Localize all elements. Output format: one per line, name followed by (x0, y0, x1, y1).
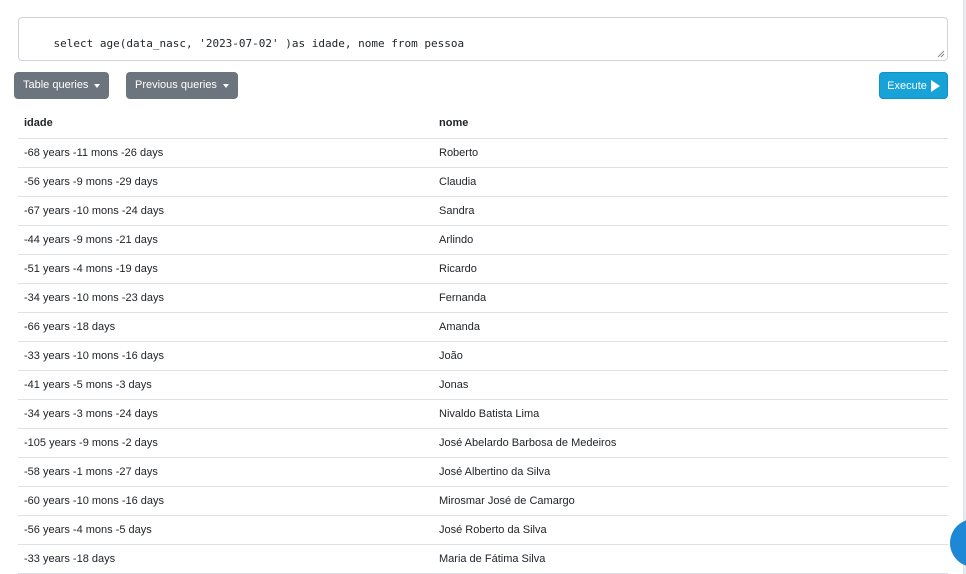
cell-nome: Claudia (433, 167, 948, 197)
table-row: -33 years -18 days Maria de Fátima Silva (18, 544, 948, 574)
table-row: -67 years -10 mons -24 days Sandra (18, 196, 948, 226)
table-row: -33 years -10 mons -16 days João (18, 341, 948, 371)
column-header-nome: nome (433, 109, 948, 139)
cell-nome: João (433, 341, 948, 371)
cell-idade: -34 years -10 mons -23 days (18, 283, 433, 313)
cell-nome: Sandra (433, 196, 948, 226)
cell-nome: Maria de Fátima Silva (433, 544, 948, 574)
table-row: -44 years -9 mons -21 days Arlindo (18, 225, 948, 255)
cell-idade: -66 years -18 days (18, 312, 433, 342)
cell-idade: -56 years -9 mons -29 days (18, 167, 433, 197)
table-row: -68 years -11 mons -26 days Roberto (18, 138, 948, 168)
execute-label: Execute (887, 79, 927, 92)
cell-idade: -44 years -9 mons -21 days (18, 225, 433, 255)
column-header-idade: idade (18, 109, 433, 139)
table-row: -105 years -9 mons -2 days José Abelardo … (18, 428, 948, 458)
resize-grip-icon[interactable] (937, 50, 945, 58)
table-queries-label: Table queries (23, 79, 89, 91)
sql-query-input[interactable]: select age(data_nasc, '2023-07-02' )as i… (18, 17, 948, 61)
results-header-row: idade nome (18, 109, 948, 139)
cell-idade: -33 years -18 days (18, 544, 433, 574)
table-row: -34 years -3 mons -24 days Nivaldo Batist… (18, 399, 948, 429)
cell-idade: -56 years -4 mons -5 days (18, 515, 433, 545)
cell-nome: José Albertino da Silva (433, 457, 948, 487)
table-row: -56 years -4 mons -5 days José Roberto da… (18, 515, 948, 545)
sql-query-text: select age(data_nasc, '2023-07-02' )as i… (53, 37, 465, 50)
cell-nome: José Abelardo Barbosa de Medeiros (433, 428, 948, 458)
results-table: idade nome -68 years -11 mons -26 days Ro… (18, 109, 948, 574)
table-row: -51 years -4 mons -19 days Ricardo (18, 254, 948, 284)
table-row: -58 years -1 mons -27 days José Albertino… (18, 457, 948, 487)
cell-nome: Ricardo (433, 254, 948, 284)
table-queries-dropdown-button[interactable]: Table queries (14, 72, 110, 99)
cell-idade: -58 years -1 mons -27 days (18, 457, 433, 487)
table-row: -56 years -9 mons -29 days Claudia (18, 167, 948, 197)
cell-nome: Nivaldo Batista Lima (433, 399, 948, 429)
cell-idade: -68 years -11 mons -26 days (18, 138, 433, 168)
table-row: -66 years -18 days Amanda (18, 312, 948, 342)
cell-idade: -67 years -10 mons -24 days (18, 196, 433, 226)
caret-down-icon (94, 84, 101, 88)
play-icon (930, 79, 940, 92)
execute-button[interactable]: Execute (879, 72, 948, 99)
cell-idade: -60 years -10 mons -16 days (18, 486, 433, 516)
previous-queries-label: Previous queries (135, 79, 217, 91)
table-row: -34 years -10 mons -23 days Fernanda (18, 283, 948, 313)
cell-nome: Arlindo (433, 225, 948, 255)
cell-nome: Jonas (433, 370, 948, 400)
caret-down-icon (222, 84, 229, 88)
cell-nome: José Roberto da Silva (433, 515, 948, 545)
table-row: -60 years -10 mons -16 days Mirosmar José… (18, 486, 948, 516)
cell-nome: Roberto (433, 138, 948, 168)
previous-queries-dropdown-button[interactable]: Previous queries (126, 72, 238, 99)
query-panel: select age(data_nasc, '2023-07-02' )as i… (0, 0, 964, 574)
cell-idade: -33 years -10 mons -16 days (18, 341, 433, 371)
cell-idade: -51 years -4 mons -19 days (18, 254, 433, 284)
cell-nome: Fernanda (433, 283, 948, 313)
cell-nome: Amanda (433, 312, 948, 342)
cell-idade: -34 years -3 mons -24 days (18, 399, 433, 429)
table-row: -41 years -5 mons -3 days Jonas (18, 370, 948, 400)
cell-nome: Mirosmar José de Camargo (433, 486, 948, 516)
cell-idade: -105 years -9 mons -2 days (18, 428, 433, 458)
cell-idade: -41 years -5 mons -3 days (18, 370, 433, 400)
